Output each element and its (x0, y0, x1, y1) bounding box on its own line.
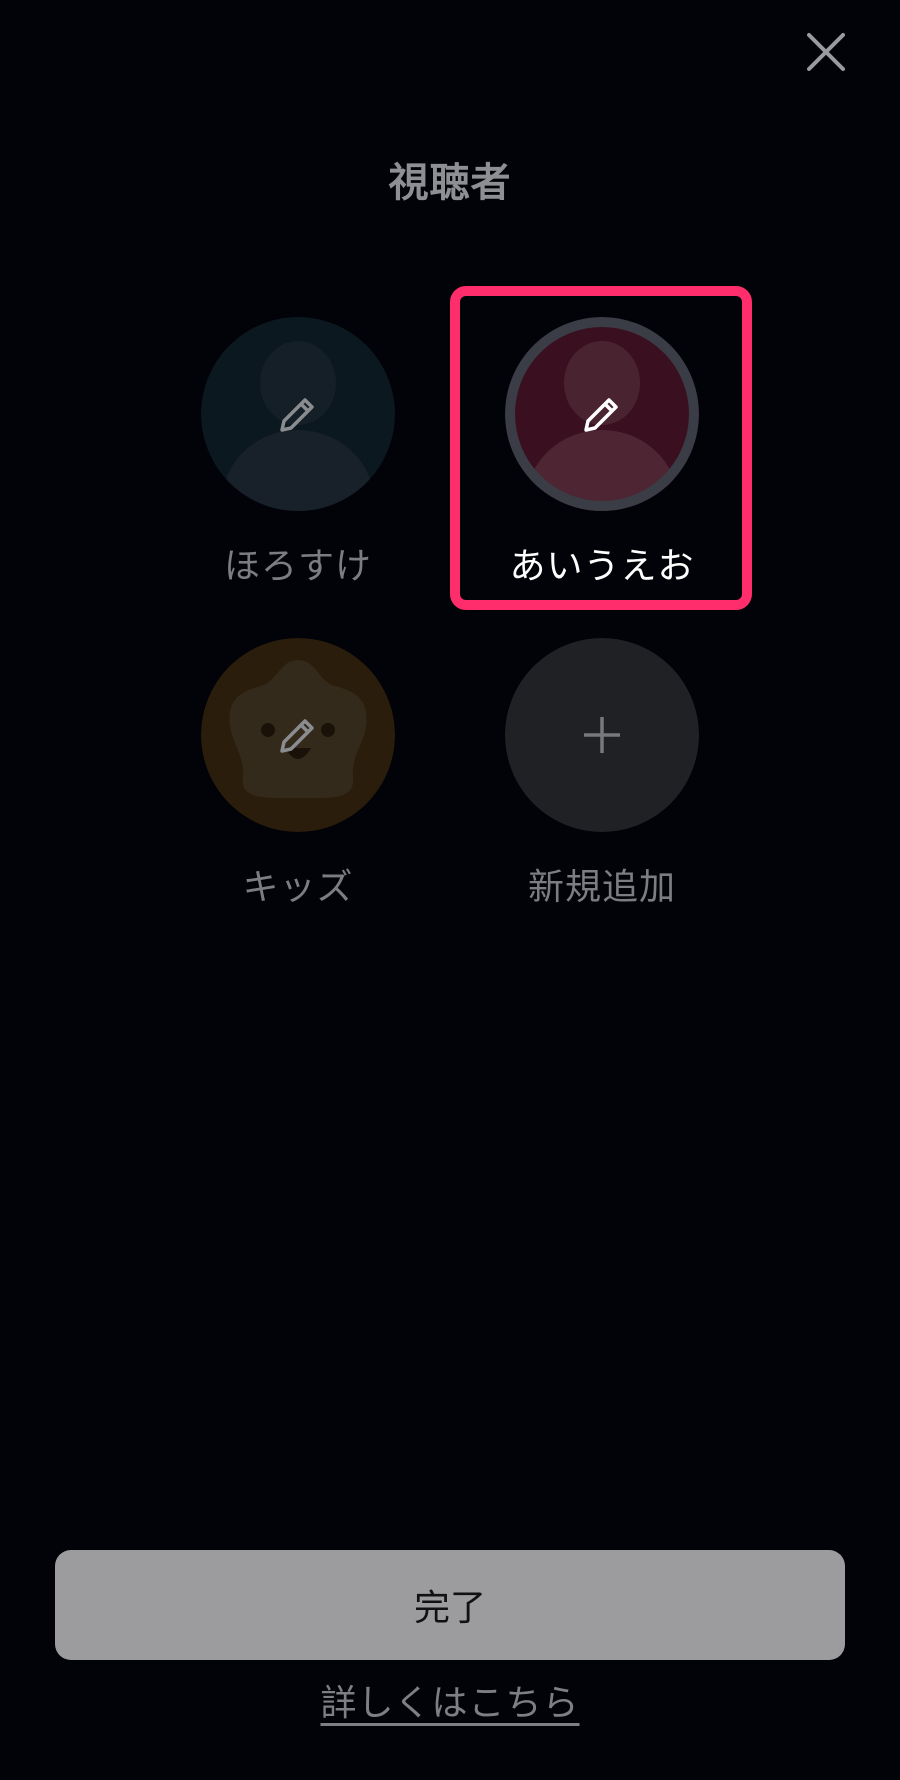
add-avatar (505, 638, 699, 832)
avatar (201, 638, 395, 832)
profile-name: キッズ (242, 867, 354, 908)
pencil-icon (584, 398, 618, 432)
add-profile-button[interactable]: 新規追加 (477, 638, 727, 908)
close-button[interactable] (792, 18, 860, 86)
profile-tile-3[interactable]: キッズ (173, 638, 423, 908)
pencil-icon (280, 398, 314, 432)
profile-tile-2[interactable]: あいうえお (477, 317, 727, 587)
pencil-icon (280, 719, 314, 753)
profile-name: ほろすけ (223, 546, 372, 587)
plus-icon (584, 717, 620, 753)
done-button[interactable]: 完了 (55, 1550, 845, 1660)
profile-name: あいうえお (509, 546, 695, 587)
add-profile-label: 新規追加 (527, 867, 676, 908)
avatar (201, 317, 395, 511)
more-info-link[interactable]: 詳しくはこちら (0, 1674, 900, 1726)
profile-tile-1[interactable]: ほろすけ (173, 317, 423, 587)
avatar (505, 317, 699, 511)
page-title: 視聴者 (388, 160, 512, 206)
close-icon (807, 33, 845, 71)
